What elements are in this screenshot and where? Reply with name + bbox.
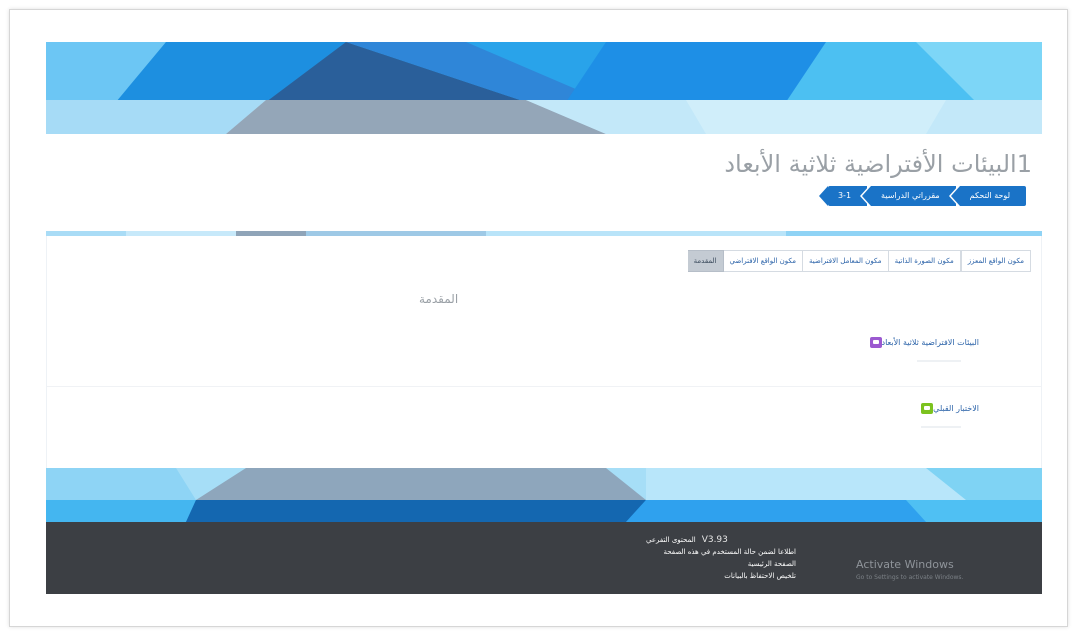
footer-line-version: المحتوى التفرعي V3.93 [646, 534, 796, 546]
activity-label[interactable]: الاختبار القبلي [933, 404, 979, 413]
page-footer: المحتوى التفرعي V3.93 اطلاعا لضمن حالة ا… [46, 522, 1042, 594]
decorative-strip [46, 226, 1042, 236]
tab-introduction[interactable]: المقدمة [687, 250, 724, 272]
watermark-subtitle: Go to Settings to activate Windows. [856, 574, 964, 581]
footer-link-user-status[interactable]: اطلاعا لضمن حالة المستخدم في هذه الصفحة [646, 546, 796, 558]
activity-quiz[interactable]: الاختبار القبلي [916, 403, 979, 414]
watermark-title: Activate Windows [856, 558, 954, 571]
activity-divider [47, 386, 1042, 387]
header-banner-graphic [46, 42, 1042, 134]
tab-augmented-reality[interactable]: مكون الواقع المعزز [960, 250, 1031, 272]
tab-virtual-reality[interactable]: مكون الواقع الافتراضي [723, 250, 804, 272]
section-tabs: المقدمة مكون الواقع الافتراضي مكون المعا… [687, 250, 1031, 272]
forum-icon [869, 337, 882, 348]
section-heading: المقدمة [419, 292, 459, 306]
tab-virtual-labs[interactable]: مكون المعامل الافتراضية [803, 250, 889, 272]
quiz-icon [921, 403, 934, 414]
page-title: 1البيئات الأفتراضية ثلاثية الأبعاد [724, 150, 1032, 178]
activity-forum[interactable]: البيئات الافتراضية ثلاثية الأبعاد [865, 337, 979, 348]
activity-label[interactable]: البيئات الافتراضية ثلاثية الأبعاد [882, 338, 979, 347]
footer-link-content[interactable]: المحتوى التفرعي [646, 534, 696, 546]
footer-links: المحتوى التفرعي V3.93 اطلاعا لضمن حالة ا… [646, 534, 796, 582]
footer-banner-graphic [46, 468, 1042, 522]
tab-self-image[interactable]: مكون الصورة الذاتية [888, 250, 961, 272]
footer-banner [46, 468, 1042, 522]
breadcrumb-item-dashboard[interactable]: لوحة التحكم [948, 185, 1026, 207]
activate-windows-watermark: Activate Windows Go to Settings to activ… [856, 558, 963, 581]
page-header: 1البيئات الأفتراضية ثلاثية الأبعاد لوحة … [46, 134, 1042, 224]
activity-meta [921, 426, 961, 428]
footer-link-data-retention[interactable]: تلخيص الاحتفاظ بالبيانات [646, 570, 796, 582]
main-content: المقدمة مكون الواقع الافتراضي مكون المعا… [46, 236, 1042, 468]
header-banner [46, 42, 1042, 134]
activity-meta [917, 360, 961, 362]
course-page: 1البيئات الأفتراضية ثلاثية الأبعاد لوحة … [46, 42, 1042, 594]
breadcrumb: لوحة التحكم مقرراتي الدراسية 3-1 [816, 185, 1026, 207]
footer-version: V3.93 [701, 535, 728, 545]
footer-link-home[interactable]: الصفحة الرئيسية [646, 558, 796, 570]
breadcrumb-item-my-courses[interactable]: مقرراتي الدراسية [860, 185, 956, 207]
